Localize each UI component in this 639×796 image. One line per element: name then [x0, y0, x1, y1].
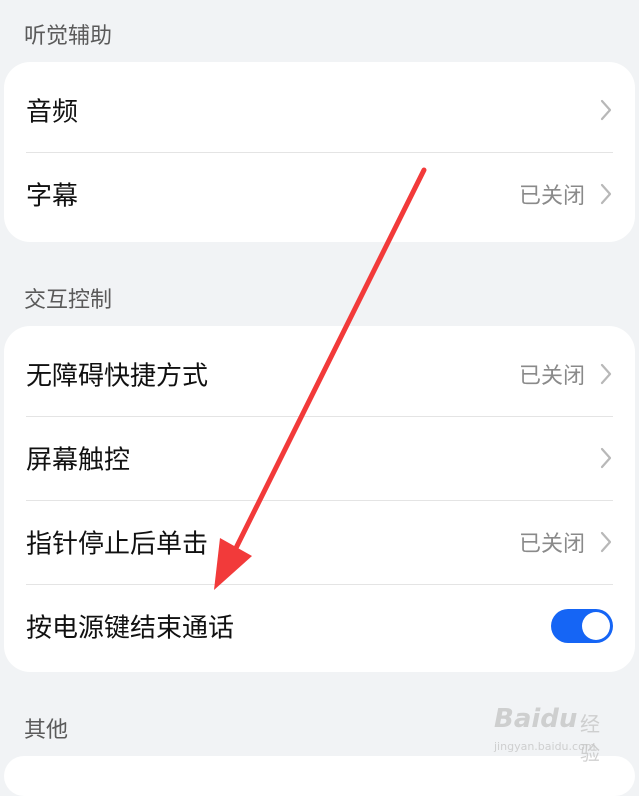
settings-row-power-ends-call: 按电源键结束通话 [4, 584, 635, 668]
watermark-brand: Baidu [494, 704, 578, 734]
settings-row-captions[interactable]: 字幕 已关闭 [4, 152, 635, 236]
baidu-jingyan-watermark: Baidu 经验 jingyan.baidu.com [494, 702, 614, 766]
hearing-card: 音频 字幕 已关闭 [4, 62, 635, 242]
row-label: 按电源键结束通话 [26, 613, 235, 644]
settings-row-audio[interactable]: 音频 [4, 68, 635, 152]
watermark-url: jingyan.baidu.com [494, 740, 596, 753]
row-label: 音频 [26, 97, 79, 128]
chevron-right-icon [600, 363, 612, 385]
chevron-right-icon [600, 531, 612, 553]
section-title-hearing: 听觉辅助 [24, 24, 113, 49]
settings-row-dwell-click[interactable]: 指针停止后单击 已关闭 [4, 500, 635, 584]
chevron-right-icon [600, 447, 612, 469]
interaction-card: 无障碍快捷方式 已关闭 屏幕触控 指针停止后单击 已关闭 按电源键结束通话 [4, 326, 635, 672]
watermark-name: 经验 [580, 712, 600, 765]
settings-row-touch-settings[interactable]: 屏幕触控 [4, 416, 635, 500]
power-end-call-toggle[interactable] [551, 609, 613, 643]
chevron-right-icon [600, 183, 612, 205]
row-status: 已关闭 [518, 184, 585, 209]
row-label: 指针停止后单击 [26, 529, 209, 560]
toggle-knob [582, 612, 610, 640]
row-label: 屏幕触控 [26, 445, 131, 476]
row-status: 已关闭 [518, 532, 585, 557]
chevron-right-icon [600, 99, 612, 121]
row-label: 无障碍快捷方式 [26, 361, 209, 392]
settings-row-accessibility-shortcut[interactable]: 无障碍快捷方式 已关闭 [4, 332, 635, 416]
row-status: 已关闭 [518, 364, 585, 389]
section-title-other: 其他 [24, 718, 69, 743]
row-label: 字幕 [26, 181, 79, 212]
section-title-interaction: 交互控制 [24, 288, 113, 313]
